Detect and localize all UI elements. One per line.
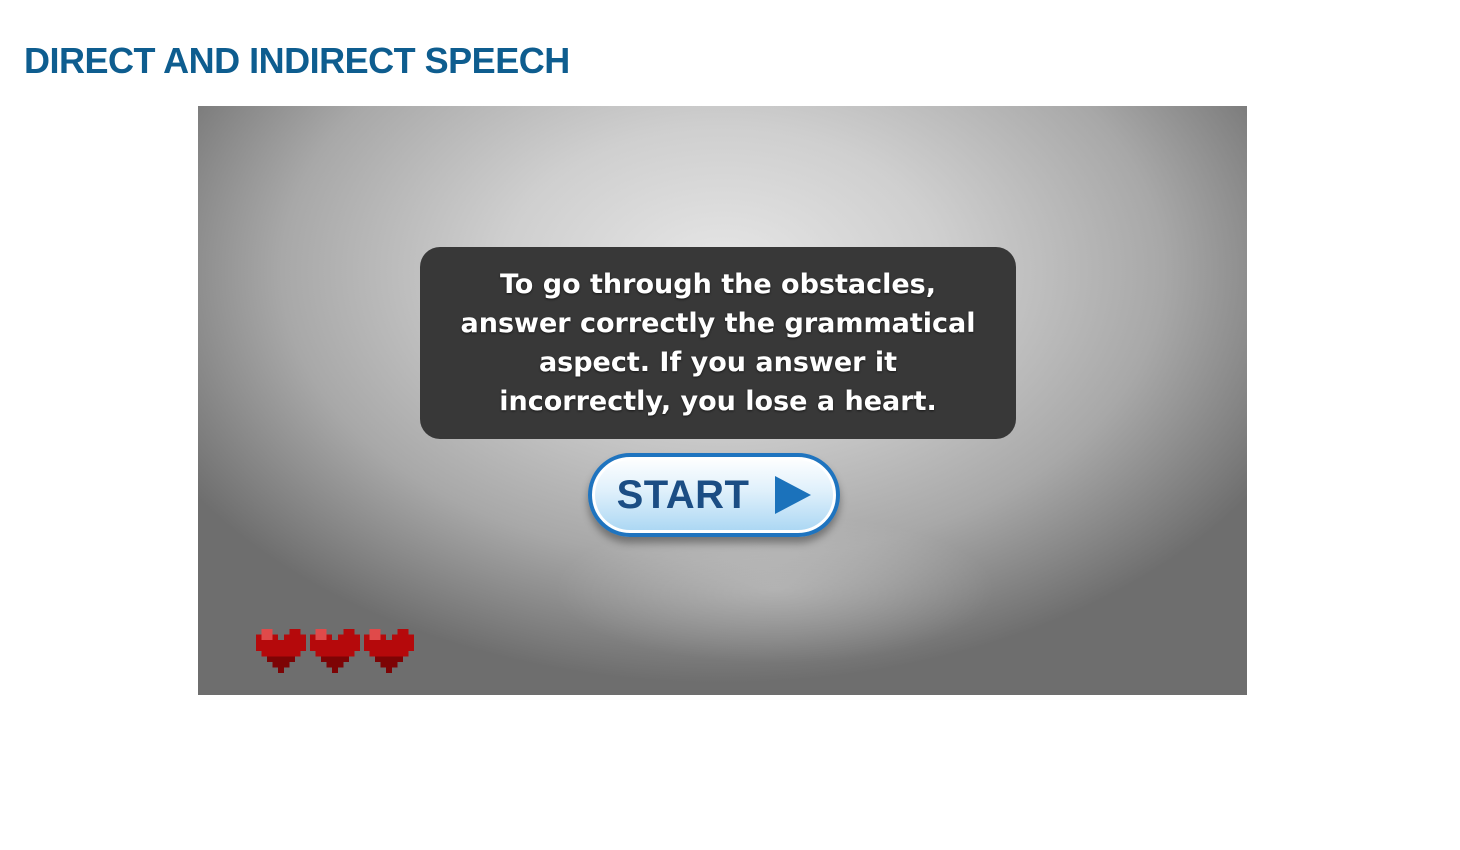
start-button[interactable]: START	[588, 453, 840, 537]
start-button-label: START	[616, 472, 750, 517]
heart-icon	[256, 628, 306, 674]
lives-indicator	[256, 628, 414, 674]
play-triangle-icon	[775, 476, 812, 514]
heart-icon	[364, 628, 414, 674]
game-canvas[interactable]: To go through the obstacles, answer corr…	[198, 106, 1247, 695]
page: DIRECT AND INDIRECT SPEECH To go through…	[0, 0, 1460, 850]
heart-icon	[310, 628, 360, 674]
page-title: DIRECT AND INDIRECT SPEECH	[24, 40, 570, 81]
instructions-text: To go through the obstacles, answer corr…	[460, 269, 976, 417]
instructions-panel: To go through the obstacles, answer corr…	[420, 247, 1016, 439]
